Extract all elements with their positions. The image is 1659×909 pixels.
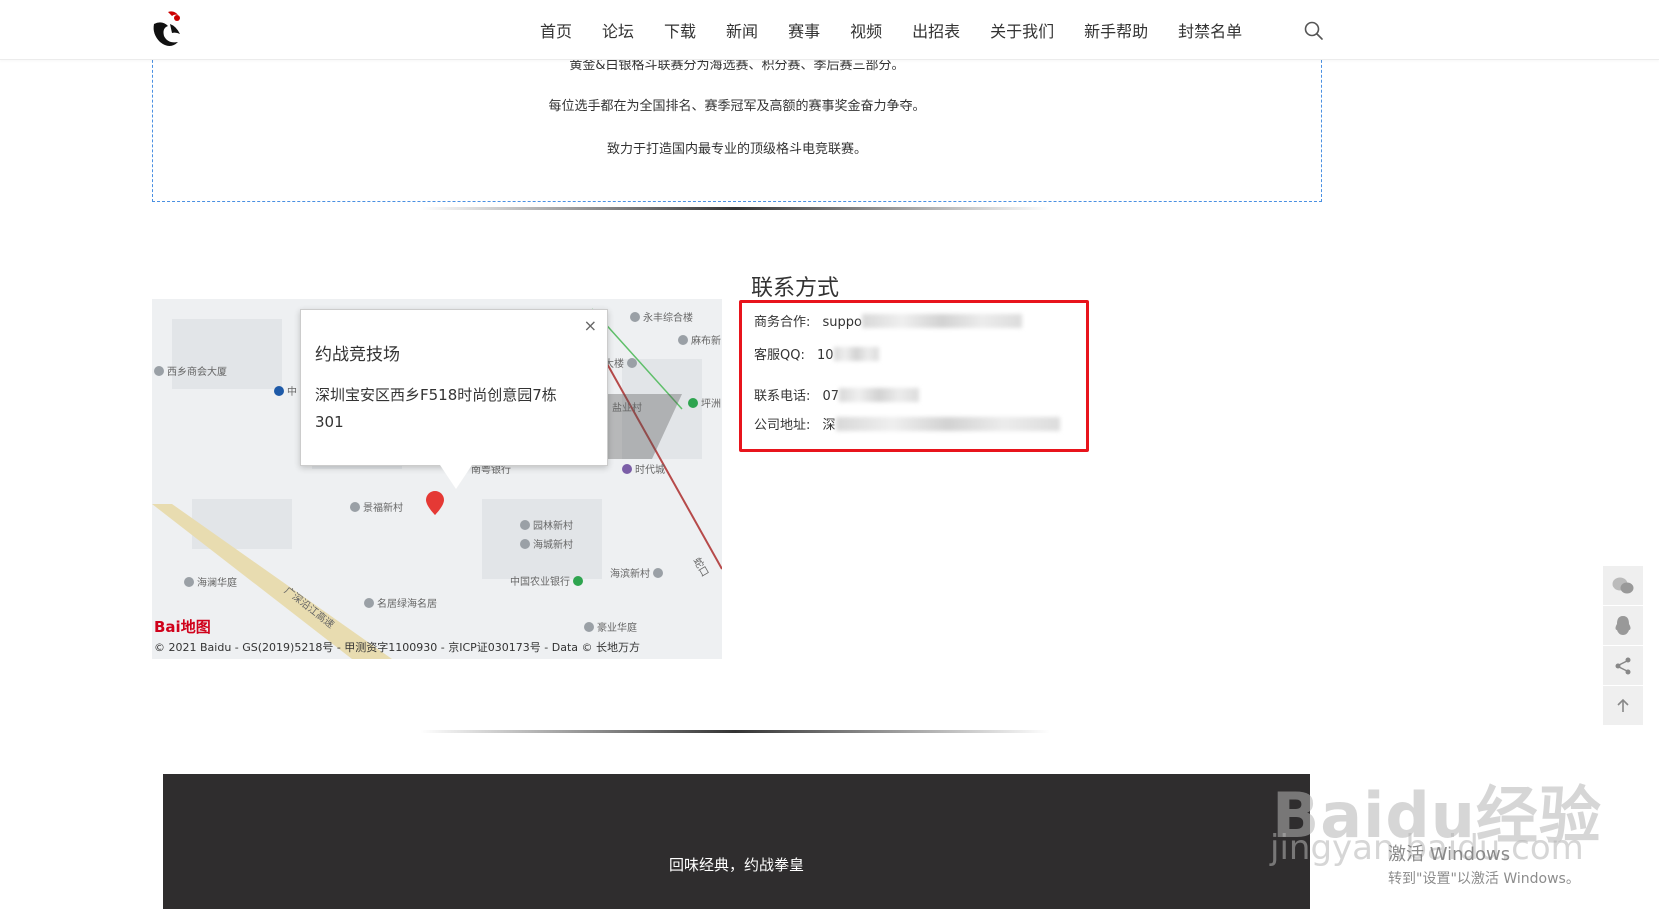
- nav-download[interactable]: 下载: [664, 18, 696, 46]
- close-icon[interactable]: ×: [584, 316, 597, 335]
- windows-activate-title: 激活 Windows: [1388, 844, 1511, 865]
- nav-home[interactable]: 首页: [540, 18, 572, 46]
- map-label: 海城新村: [520, 536, 573, 551]
- map-label: 时代城: [622, 461, 665, 476]
- back-to-top-icon[interactable]: [1603, 686, 1643, 726]
- address-label: 公司地址:: [754, 418, 811, 433]
- site-logo[interactable]: [150, 10, 186, 50]
- map-label: 中国农业银行: [510, 573, 586, 588]
- redacted-blur: [833, 347, 879, 361]
- floating-toolbar: [1603, 566, 1643, 726]
- map-label: 中: [274, 383, 297, 398]
- nav-about-us[interactable]: 关于我们: [990, 18, 1054, 46]
- map-label: 海滨新村: [610, 565, 666, 580]
- map-label: 海澜华庭: [184, 574, 237, 589]
- intro-text: 每位选手都在为全国排名、赛季冠军及高额的赛事奖金奋力争夺。: [548, 99, 926, 114]
- map-label: 坪洲: [688, 395, 721, 410]
- nav-videos[interactable]: 视频: [850, 18, 882, 46]
- site-footer: 回味经典，约战拳皇: [163, 774, 1310, 909]
- business-value: suppo: [822, 315, 863, 330]
- qq-label: 客服QQ:: [754, 348, 805, 363]
- site-header: 首页 论坛 下载 新闻 赛事 视频 出招表 关于我们 新手帮助 封禁名单: [0, 0, 1659, 60]
- map-label: 豪业华庭: [584, 619, 637, 634]
- map-copyright: © 2021 Baidu - GS(2019)5218号 - 甲测资字11009…: [154, 641, 641, 654]
- nav-events[interactable]: 赛事: [788, 18, 820, 46]
- baidu-map-logo[interactable]: Bai地图: [154, 616, 211, 637]
- section-divider: [420, 730, 1050, 733]
- map-label: 园林新村: [520, 517, 573, 532]
- windows-activate-subtitle: 转到"设置"以激活 Windows。: [1388, 871, 1580, 887]
- map-info-popup: × 约战竞技场 深圳宝安区西乡F518时尚创意园7栋301: [300, 309, 608, 466]
- map-label: 麻布新: [678, 332, 721, 347]
- map-label: 西乡商会大厦: [154, 363, 227, 378]
- intro-section: 黄金&白银格斗联赛分为海选赛、积分赛、季后赛三部分。 每位选手都在为全国排名、赛…: [152, 40, 1322, 202]
- share-icon[interactable]: [1603, 646, 1643, 686]
- search-icon[interactable]: [1303, 20, 1325, 42]
- qq-value: 10: [817, 348, 834, 363]
- map-label: 名居绿海名居: [364, 595, 437, 610]
- popup-tail: [440, 465, 472, 489]
- main-nav: 首页 论坛 下载 新闻 赛事 视频 出招表 关于我们 新手帮助 封禁名单: [540, 18, 1272, 46]
- map-label: 大楼: [604, 355, 640, 370]
- nav-ban-list[interactable]: 封禁名单: [1178, 18, 1242, 46]
- footer-slogan: 回味经典，约战拳皇: [668, 856, 804, 874]
- contact-row-address: 公司地址: 深: [754, 414, 1060, 433]
- contact-title: 联系方式: [751, 276, 840, 301]
- map-label: 景福新村: [350, 499, 403, 514]
- contact-row-business: 商务合作: suppo: [754, 311, 1023, 330]
- contact-row-phone: 联系电话: 07: [754, 385, 920, 404]
- business-label: 商务合作:: [754, 315, 811, 330]
- map-label: 盐业村: [612, 403, 642, 414]
- location-pin-icon[interactable]: [426, 491, 444, 515]
- section-divider: [420, 207, 1050, 210]
- nav-beginner-help[interactable]: 新手帮助: [1084, 18, 1148, 46]
- redacted-blur: [839, 388, 920, 402]
- popup-address: 深圳宝安区西乡F518时尚创意园7栋301: [315, 386, 557, 431]
- phone-value: 07: [822, 389, 840, 404]
- nav-forum[interactable]: 论坛: [602, 18, 634, 46]
- intro-text: 致力于打造国内最专业的顶级格斗电竞联赛。: [606, 142, 867, 157]
- wechat-icon[interactable]: [1603, 566, 1643, 606]
- nav-news[interactable]: 新闻: [726, 18, 758, 46]
- address-value: 深: [822, 418, 836, 433]
- qq-icon[interactable]: [1603, 606, 1643, 646]
- contact-row-qq: 客服QQ: 10: [754, 344, 879, 363]
- redacted-blur: [835, 417, 1060, 431]
- redacted-blur: [862, 314, 1023, 328]
- phone-label: 联系电话:: [754, 389, 811, 404]
- map-label: 永丰综合楼: [630, 309, 693, 324]
- nav-move-list[interactable]: 出招表: [912, 18, 960, 46]
- popup-title: 约战竞技场: [315, 345, 400, 365]
- contact-info-box: 商务合作: suppo 客服QQ: 10 联系电话: 07 公司地址: 深: [739, 300, 1089, 452]
